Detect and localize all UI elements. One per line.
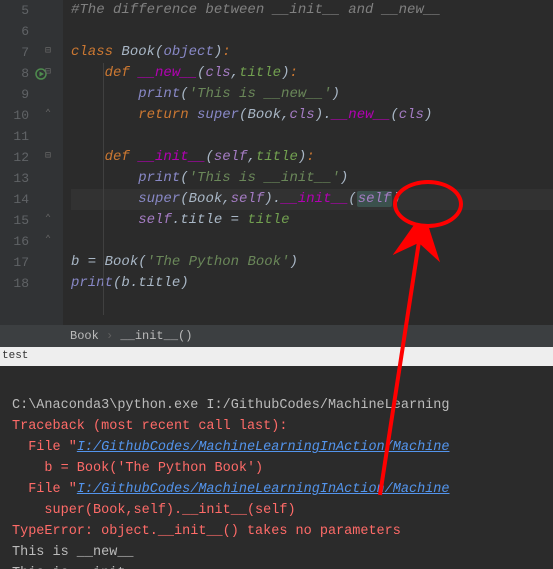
code-line: #The difference between __init__ and __n…	[71, 0, 553, 21]
fold-minus-icon[interactable]: ⊟	[45, 152, 55, 162]
code-line: def __init__(self,title):	[71, 147, 553, 168]
code-line: print('This is __init__')	[71, 168, 553, 189]
run-tab-label: test	[2, 350, 28, 362]
code-line	[71, 231, 553, 252]
line-number: 9	[0, 84, 29, 105]
line-number: 14	[0, 189, 29, 210]
line-number: 10	[0, 105, 29, 126]
console-error-line: Traceback (most recent call last):	[12, 419, 287, 434]
indent-guide	[103, 63, 104, 315]
console-error-line: File "I:/GithubCodes/MachineLearningInAc…	[12, 440, 449, 455]
line-number: 18	[0, 273, 29, 294]
run-tab[interactable]: test	[0, 347, 553, 366]
line-number: 7	[0, 42, 29, 63]
line-number: 6	[0, 21, 29, 42]
console-error-line: File "I:/GithubCodes/MachineLearningInAc…	[12, 482, 449, 497]
fold-end-icon: ⌃	[45, 236, 55, 246]
fold-end-icon: ⌃	[45, 215, 55, 225]
console-error-line: TypeError: object.__init__() takes no pa…	[12, 524, 401, 539]
code-line	[71, 126, 553, 147]
fold-minus-icon[interactable]: ⊟	[45, 68, 55, 78]
line-number: 8	[0, 63, 29, 84]
code-area[interactable]: #The difference between __init__ and __n…	[63, 0, 553, 325]
fold-gutter: ⊟ ⊟ ⌃ ⊟ ⌃ ⌃	[35, 0, 63, 325]
breadcrumb-method[interactable]: __init__()	[120, 329, 192, 343]
line-number: 17	[0, 252, 29, 273]
console-error-line: super(Book,self).__init__(self)	[12, 503, 296, 518]
code-line: print('This is __new__')	[71, 84, 553, 105]
breadcrumb-class[interactable]: Book	[70, 329, 99, 343]
breadcrumb[interactable]: Book › __init__()	[0, 325, 553, 347]
console-error-line: b = Book('The Python Book')	[12, 461, 263, 476]
console-file-link[interactable]: I:/GithubCodes/MachineLearningInAction/M…	[77, 440, 450, 455]
console-file-link[interactable]: I:/GithubCodes/MachineLearningInAction/M…	[77, 482, 450, 497]
code-line: b = Book('The Python Book')	[71, 252, 553, 273]
console-output[interactable]: C:\Anaconda3\python.exe I:/GithubCodes/M…	[0, 366, 553, 569]
code-line-highlighted: super(Book,self).__init__(self)	[71, 189, 553, 210]
line-number: 12	[0, 147, 29, 168]
line-number: 11	[0, 126, 29, 147]
code-line: print(b.title)	[71, 273, 553, 294]
code-line: class Book(object):	[71, 42, 553, 63]
code-editor[interactable]: 5 6 7 8 9 10 11 12 13 14 15 16 17 18 ⊟ ⊟…	[0, 0, 553, 325]
line-number: 5	[0, 0, 29, 21]
code-line: self.title = title	[71, 210, 553, 231]
line-number: 13	[0, 168, 29, 189]
fold-end-icon: ⌃	[45, 110, 55, 120]
console-line: C:\Anaconda3\python.exe I:/GithubCodes/M…	[12, 398, 449, 413]
console-line: This is __new__	[12, 545, 134, 560]
line-number-gutter: 5 6 7 8 9 10 11 12 13 14 15 16 17 18	[0, 0, 35, 325]
line-number: 15	[0, 210, 29, 231]
fold-minus-icon[interactable]: ⊟	[45, 47, 55, 57]
code-line: def __new__(cls,title):	[71, 63, 553, 84]
code-line: return super(Book,cls).__new__(cls)	[71, 105, 553, 126]
line-number: 16	[0, 231, 29, 252]
code-line	[71, 21, 553, 42]
